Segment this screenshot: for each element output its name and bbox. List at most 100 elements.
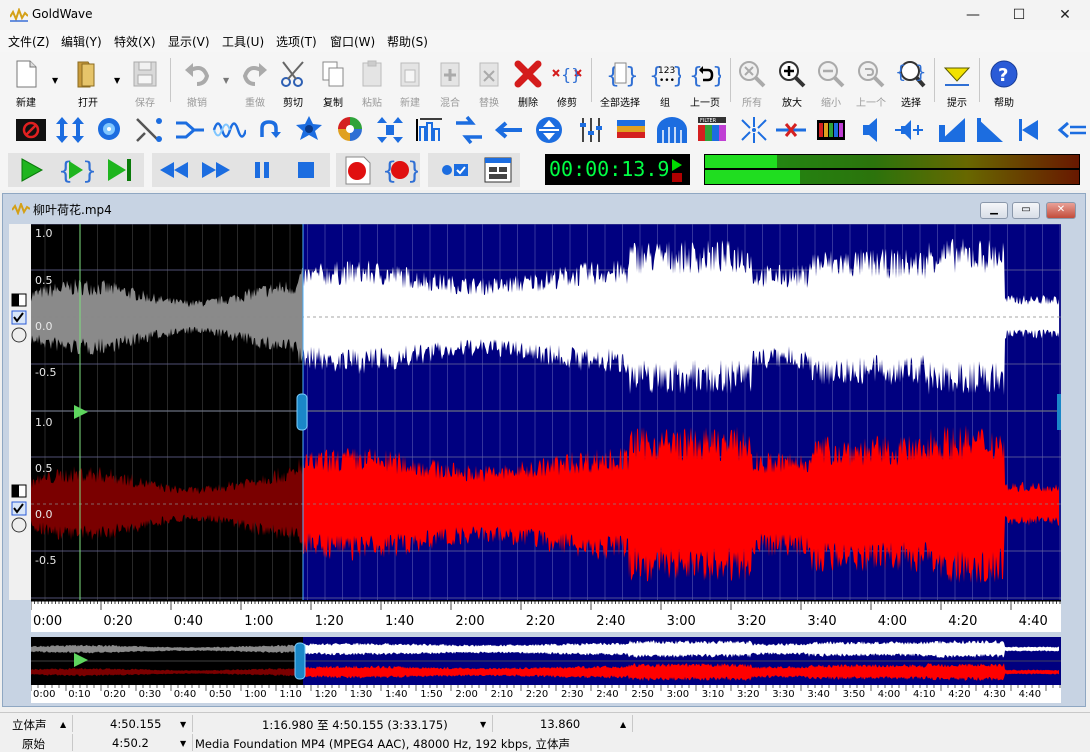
channel-mixer-icon <box>617 120 645 138</box>
document-title-bar[interactable]: 柳叶荷花.mp4 ▁ ▭ ✕ <box>3 194 1085 222</box>
menu-help[interactable]: 帮助(S) <box>387 33 428 50</box>
dc-offset-button[interactable] <box>14 115 48 145</box>
channels-arrow-icon[interactable]: ▲ <box>60 720 66 729</box>
ruler-label: 3:20 <box>737 614 767 629</box>
play-selection-button[interactable]: {} <box>58 154 97 186</box>
selection-start-handle[interactable] <box>296 393 308 431</box>
zoom-selection-button[interactable]: {} 选择 <box>891 56 931 109</box>
waveform-canvas[interactable]: 1.0 0.5 0.0 -0.5 1.0 0.5 0.0 -0.5 <box>31 223 1061 600</box>
record-selection-button[interactable]: {} <box>382 154 422 186</box>
mix-icon <box>440 62 460 87</box>
previous-page-button[interactable]: {} 上一页 <box>685 56 725 109</box>
svg-text:}: } <box>915 62 926 83</box>
overview-label: 1:00 <box>244 689 267 700</box>
time-display: 00:00:13.9 <box>545 154 690 185</box>
menu-effects[interactable]: 特效(X) <box>114 33 156 50</box>
open-dropdown-arrow-icon[interactable]: ▼ <box>114 76 120 85</box>
menu-file[interactable]: 文件(Z) <box>8 33 50 50</box>
stop-button[interactable] <box>288 154 324 186</box>
length-arrow-icon[interactable]: ▼ <box>180 720 186 729</box>
play-to-end-button[interactable] <box>102 154 138 186</box>
fast-forward-button[interactable] <box>198 154 234 186</box>
noise-reduction-icon <box>377 117 403 143</box>
doc-close-button[interactable]: ✕ <box>1046 202 1076 219</box>
reverb-button[interactable] <box>292 115 326 145</box>
channel-mixer-button[interactable] <box>614 115 648 145</box>
speaker-button[interactable] <box>893 115 927 145</box>
volume-change-button[interactable] <box>935 115 969 145</box>
right-channel-solo-radio[interactable] <box>11 517 27 533</box>
echo-button[interactable] <box>133 115 167 145</box>
menu-view[interactable]: 显示(V) <box>168 33 210 50</box>
overview-label: 3:00 <box>666 689 690 700</box>
doppler-button[interactable] <box>92 115 126 145</box>
pause-button[interactable] <box>244 154 280 186</box>
playback-rate-button[interactable] <box>452 115 486 145</box>
menu-edit[interactable]: 编辑(Y) <box>61 33 102 50</box>
flanger-button[interactable] <box>212 115 248 145</box>
save-button[interactable]: 保存 <box>125 56 165 109</box>
waveform-view[interactable]: 1.0 0.5 0.0 -0.5 1.0 0.5 0.0 -0.5 <box>31 223 1061 600</box>
selection-arrow-icon[interactable]: ▼ <box>480 720 486 729</box>
menu-tools[interactable]: 工具(U) <box>222 33 264 50</box>
selection-end-handle[interactable] <box>1057 394 1061 430</box>
compressor-button[interactable] <box>53 115 87 145</box>
time-ruler[interactable]: 0:00 0:20 0:40 1:00 1:20 1:40 2:00 2:20 2:40 3:00… <box>31 600 1061 632</box>
record-new-button[interactable] <box>340 154 376 186</box>
zoom-in-icon <box>779 61 806 88</box>
invert-button[interactable] <box>252 115 286 145</box>
device-controls-button[interactable] <box>480 154 516 186</box>
transport-toolbar: {} {} 00:00:13.9 <box>0 150 1090 190</box>
minimize-button[interactable]: — <box>950 0 996 30</box>
rewind-button[interactable] <box>156 154 192 186</box>
new-dropdown-arrow-icon[interactable]: ▼ <box>52 76 58 85</box>
close-button[interactable]: ✕ <box>1042 0 1088 30</box>
doc-minimize-button[interactable]: ▁ <box>980 202 1008 219</box>
spectrum-button[interactable] <box>855 115 889 145</box>
fade-out-button[interactable] <box>1013 115 1047 145</box>
zoom-all-icon <box>739 61 766 88</box>
play-button[interactable] <box>14 154 50 186</box>
ruler-label: 3:40 <box>807 614 837 629</box>
spectrum-icon <box>863 118 877 142</box>
auto-gain-button[interactable] <box>1054 115 1088 145</box>
play-to-end-icon <box>108 159 131 181</box>
help-button[interactable]: ? 帮助 <box>984 56 1024 109</box>
equalizer-button[interactable] <box>172 115 206 145</box>
trim-button[interactable]: {} 修剪 <box>547 56 587 109</box>
doc-restore-button[interactable]: ▭ <box>1012 202 1040 219</box>
maximize-button[interactable]: ☐ <box>996 0 1042 30</box>
previous-page-icon: {} <box>689 64 721 89</box>
menu-window[interactable]: 窗口(W) <box>330 33 375 50</box>
new-button[interactable]: 新建 <box>6 56 46 109</box>
undo-dropdown-arrow-icon[interactable]: ▼ <box>223 76 229 85</box>
position-arrow-icon[interactable]: ▲ <box>620 720 626 729</box>
fade-in-button[interactable] <box>973 115 1007 145</box>
mechanize-button[interactable] <box>333 115 367 145</box>
control-properties-button[interactable] <box>436 154 472 186</box>
undo-button[interactable]: 撤销 <box>177 56 217 109</box>
spectrum-filter-button[interactable]: FILTER <box>695 115 729 145</box>
pop-click-button[interactable] <box>774 115 808 145</box>
overview-pane[interactable]: 0:00 0:10 0:20 0:30 0:40 0:50 1:00 1:10 1:20 1:30… <box>30 637 1061 703</box>
select-all-button[interactable]: {} 全部选择 <box>600 56 640 109</box>
reverse-button[interactable] <box>492 115 526 145</box>
cue-button[interactable]: 提示 <box>937 56 977 109</box>
volume-shape-button[interactable] <box>575 115 609 145</box>
overview-selection-handle[interactable] <box>294 642 306 680</box>
new-file-icon <box>16 60 37 88</box>
resample-button[interactable] <box>532 115 566 145</box>
left-channel-solo-radio[interactable] <box>11 327 27 343</box>
noise-reduction-button[interactable] <box>373 115 407 145</box>
overview-label: 3:20 <box>737 689 760 700</box>
length-short-arrow-icon[interactable]: ▼ <box>180 739 186 748</box>
pan-button[interactable] <box>737 115 771 145</box>
open-button[interactable]: 打开 <box>68 56 108 109</box>
clip-remove-button[interactable] <box>814 115 848 145</box>
menu-options[interactable]: 选项(T) <box>276 33 317 50</box>
pitch-button[interactable] <box>412 115 446 145</box>
time-warp-button[interactable] <box>655 115 689 145</box>
svg-text:{: { <box>895 62 906 83</box>
dc-offset-icon <box>16 119 46 141</box>
overview-label: 2:40 <box>596 689 619 700</box>
